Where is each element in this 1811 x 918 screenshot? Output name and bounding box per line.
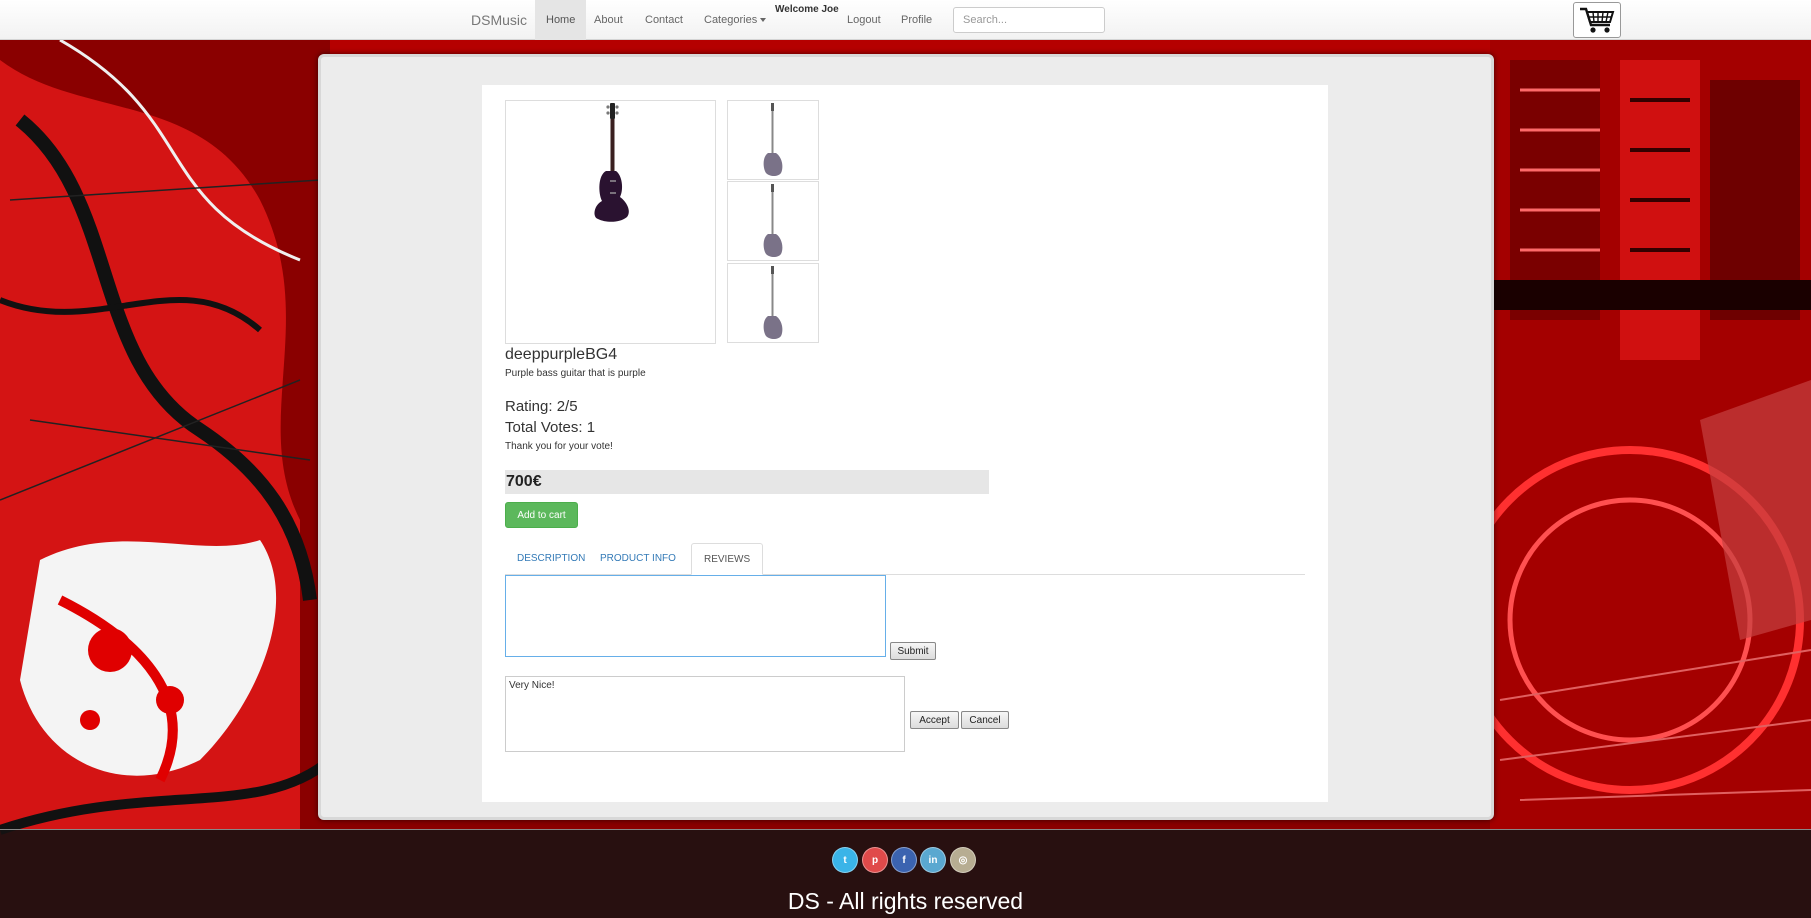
total-votes: Total Votes: 1 [505, 419, 596, 436]
nav-contact[interactable]: Contact [645, 0, 683, 40]
twitter-icon[interactable]: t [832, 847, 858, 873]
add-to-cart-button[interactable]: Add to cart [505, 502, 578, 528]
shopping-cart-icon [1580, 7, 1615, 33]
nav-logout[interactable]: Logout [847, 0, 881, 40]
product-rating: Rating: 2/5 [505, 398, 578, 415]
nav-about[interactable]: About [594, 0, 623, 40]
nav-home[interactable]: Home [535, 0, 587, 40]
bass-guitar-image [594, 103, 629, 222]
submit-review-button[interactable]: Submit [890, 642, 936, 660]
product-description: Purple bass guitar that is purple [505, 368, 646, 379]
cart-button[interactable] [1573, 2, 1621, 38]
tab-reviews[interactable]: REVIEWS [691, 543, 764, 575]
top-navbar: DSMusic Home About Contact Categories We… [0, 0, 1811, 40]
tab-description[interactable]: DESCRIPTION [505, 543, 597, 575]
linkedin-icon[interactable]: in [920, 847, 946, 873]
nav-profile[interactable]: Profile [901, 0, 932, 40]
vote-confirmation: Thank you for your vote! [505, 441, 613, 452]
tab-product-info[interactable]: PRODUCT INFO [588, 543, 688, 575]
nav-categories-dropdown[interactable]: Categories [704, 0, 767, 40]
product-thumbnail[interactable] [727, 181, 819, 261]
chevron-down-icon [760, 18, 767, 23]
facebook-icon[interactable]: f [891, 847, 917, 873]
product-thumbnail[interactable] [727, 100, 819, 180]
cancel-review-button[interactable]: Cancel [961, 711, 1009, 729]
accept-review-button[interactable]: Accept [910, 711, 959, 729]
brand-logo[interactable]: DSMusic [471, 12, 527, 28]
product-price: 700€ [505, 470, 989, 494]
nav-categories-label: Categories [704, 14, 758, 26]
product-main-image[interactable] [505, 100, 716, 344]
product-name: deeppurpleBG4 [505, 346, 618, 363]
welcome-message: Welcome Joe [775, 4, 839, 15]
review-textarea[interactable] [505, 575, 886, 657]
pending-review-textarea[interactable] [505, 676, 905, 752]
copyright-text: DS - All rights reserved [787, 888, 1024, 914]
product-panel: deeppurpleBG4 Purple bass guitar that is… [482, 85, 1328, 802]
product-thumbnail[interactable] [727, 263, 819, 343]
instagram-icon[interactable]: ◎ [950, 847, 976, 873]
page-footer: t p f in ◎ DS - All rights reserved [0, 829, 1811, 918]
pinterest-icon[interactable]: p [862, 847, 888, 873]
search-input[interactable] [953, 7, 1105, 33]
